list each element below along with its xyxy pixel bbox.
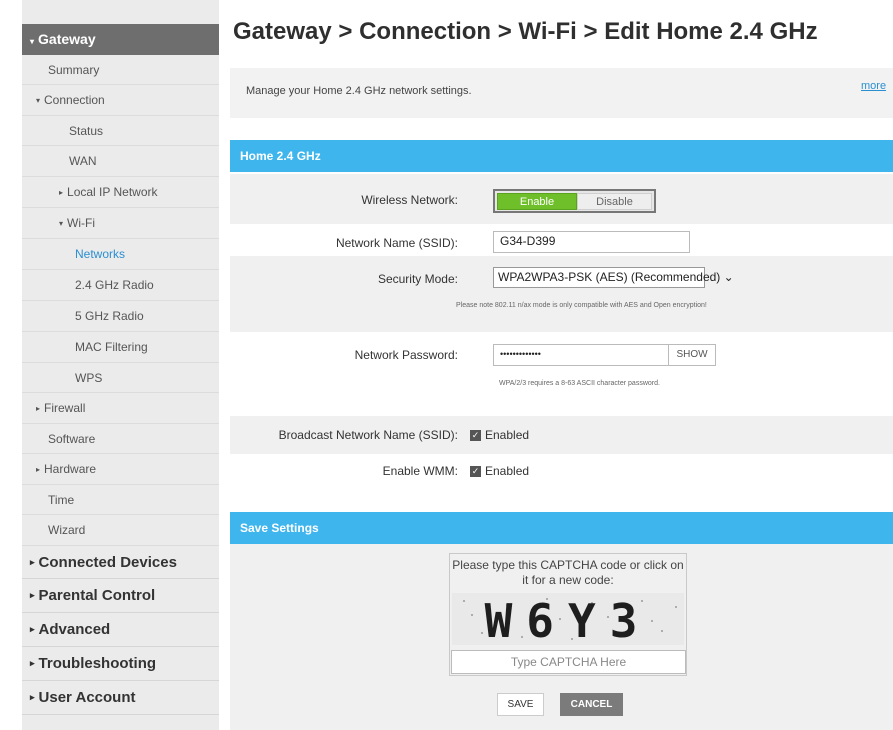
sidebar-item-firewall[interactable]: ▸ Firewall	[22, 393, 219, 424]
caret-right-icon: ▸	[30, 658, 35, 668]
more-link[interactable]: more	[861, 80, 886, 92]
sidebar-item-software[interactable]: Software	[22, 424, 219, 454]
sidebar-item-local-ip-network[interactable]: ▸ Local IP Network	[22, 177, 219, 208]
sidebar-item-summary[interactable]: Summary	[22, 55, 219, 85]
caret-right-icon: ▸	[36, 464, 41, 474]
sidebar-item-hardware[interactable]: ▸ Hardware	[22, 454, 219, 485]
disable-button[interactable]: Disable	[577, 192, 652, 210]
ssid-input[interactable]: G34-D399	[493, 231, 690, 253]
sidebar-item-status[interactable]: Status	[22, 116, 219, 146]
sidebar-item-time[interactable]: Time	[22, 485, 219, 515]
sidebar-item-connected-devices[interactable]: ▸ Connected Devices	[22, 546, 219, 579]
caret-down-icon: ▾	[59, 218, 64, 228]
show-password-button[interactable]: SHOW	[668, 344, 716, 366]
caret-down-icon: ▾	[36, 95, 41, 105]
security-mode-label: Security Mode:	[377, 272, 458, 286]
caret-right-icon: ▸	[30, 590, 35, 600]
sidebar-item-wan[interactable]: WAN	[22, 146, 219, 177]
checkbox-checked-icon[interactable]: ✓	[470, 430, 481, 442]
caret-right-icon: ▸	[59, 187, 64, 197]
sidebar-item-wizard[interactable]: Wizard	[22, 515, 219, 546]
checkbox-checked-icon[interactable]: ✓	[470, 466, 481, 478]
wireless-network-label: Wireless Network:	[361, 193, 458, 207]
captcha-input[interactable]: Type CAPTCHA Here	[451, 650, 686, 674]
cancel-button[interactable]: CANCEL	[560, 693, 623, 716]
sidebar-item-5ghz-radio[interactable]: 5 GHz Radio	[22, 301, 219, 332]
sidebar-header-gateway[interactable]: ▾ Gateway	[22, 24, 219, 55]
save-button[interactable]: SAVE	[497, 693, 544, 716]
caret-right-icon: ▸	[30, 556, 35, 567]
page-title: Gateway > Connection > Wi-Fi > Edit Home…	[233, 18, 818, 45]
password-note: WPA/2/3 requires a 8-63 ASCII character …	[499, 380, 660, 387]
caret-right-icon: ▸	[36, 403, 41, 413]
intro-text: Manage your Home 2.4 GHz network setting…	[246, 85, 472, 97]
captcha-code-text: W6Y3	[485, 594, 652, 645]
security-note: Please note 802.11 n/ax mode is only com…	[456, 302, 707, 309]
sidebar-item-connection[interactable]: ▾ Connection	[22, 85, 219, 116]
sidebar-item-mac-filtering[interactable]: MAC Filtering	[22, 332, 219, 363]
captcha-noise-graphic: W6Y3	[463, 594, 677, 648]
sidebar-item-24ghz-radio[interactable]: 2.4 GHz Radio	[22, 270, 219, 301]
broadcast-label: Broadcast Network Name (SSID):	[278, 428, 458, 442]
wireless-toggle: Enable Disable	[493, 189, 656, 213]
wmm-checkbox-wrap[interactable]: ✓ Enabled	[470, 464, 529, 478]
sidebar-item-wi-fi[interactable]: ▾ Wi-Fi	[22, 208, 219, 239]
password-input[interactable]: •••••••••••••	[493, 344, 669, 366]
caret-right-icon: ▸	[30, 624, 35, 634]
broadcast-checkbox-wrap[interactable]: ✓ Enabled	[470, 428, 529, 442]
section-header-home-24ghz: Home 2.4 GHz	[230, 140, 893, 172]
enable-button[interactable]: Enable	[497, 192, 577, 210]
password-label: Network Password:	[354, 348, 458, 362]
ssid-label: Network Name (SSID):	[335, 236, 458, 250]
section-header-save-settings: Save Settings	[230, 512, 893, 544]
sidebar-item-parental-control[interactable]: ▸ Parental Control	[22, 579, 219, 613]
sidebar-item-networks[interactable]: Networks	[22, 239, 219, 270]
captcha-prompt: Please type this CAPTCHA code or click o…	[452, 558, 684, 587]
security-mode-select[interactable]: WPA2WPA3-PSK (AES) (Recommended) ⌄	[493, 267, 734, 288]
sidebar-item-wps[interactable]: WPS	[22, 363, 219, 393]
sidebar-item-troubleshooting[interactable]: ▸ Troubleshooting	[22, 647, 219, 681]
chevron-down-icon: ⌄	[723, 270, 734, 284]
captcha-image[interactable]: W6Y3	[452, 593, 684, 648]
caret-down-icon: ▾	[30, 37, 35, 46]
caret-right-icon: ▸	[30, 692, 35, 702]
wmm-label: Enable WMM:	[382, 464, 458, 478]
sidebar-item-user-account[interactable]: ▸ User Account	[22, 681, 219, 715]
sidebar-item-advanced[interactable]: ▸ Advanced	[22, 613, 219, 647]
